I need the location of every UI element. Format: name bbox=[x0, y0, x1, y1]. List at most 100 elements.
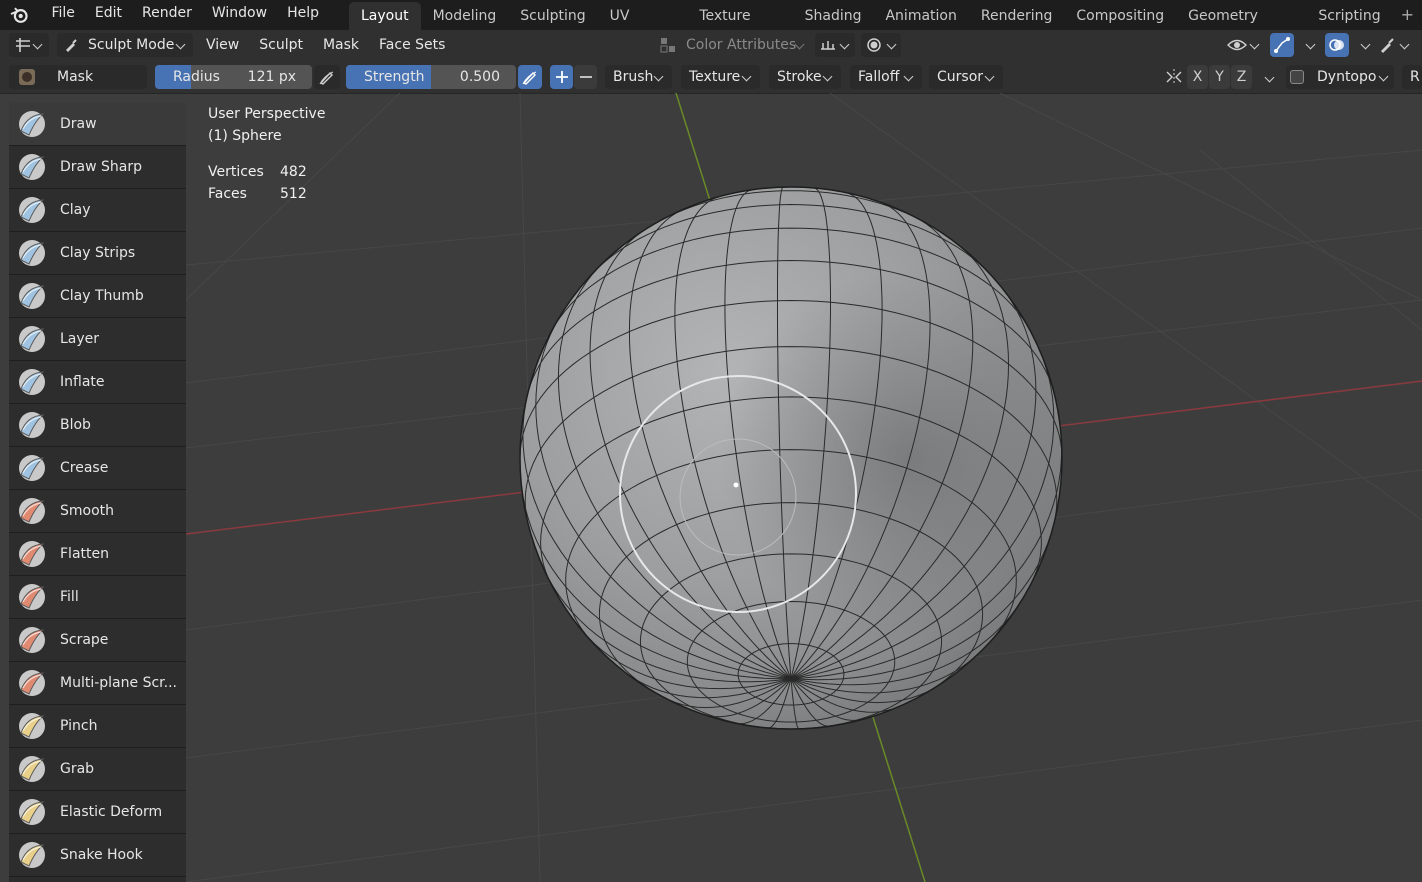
chevron-down-icon bbox=[903, 71, 914, 82]
tab-rendering[interactable]: Rendering bbox=[969, 2, 1065, 30]
remesh-panel[interactable]: R bbox=[1402, 65, 1422, 89]
tool-draw[interactable]: Draw bbox=[9, 103, 186, 146]
proportional-dropdown[interactable] bbox=[861, 33, 901, 57]
mode-selector[interactable]: Sculpt Mode bbox=[57, 33, 193, 57]
menu-file[interactable]: File bbox=[41, 0, 84, 30]
tab-modeling[interactable]: Modeling bbox=[421, 2, 509, 30]
stat-row: Faces 512 bbox=[208, 183, 325, 205]
menu-face-sets[interactable]: Face Sets bbox=[369, 33, 455, 57]
brush-tool-icon bbox=[1381, 38, 1394, 53]
tool-label: Snake Hook bbox=[60, 847, 143, 863]
gizmo-toggle[interactable] bbox=[1270, 33, 1294, 57]
direction-subtract-button[interactable] bbox=[574, 65, 597, 89]
dyntopo-panel[interactable]: Dyntopo bbox=[1286, 65, 1394, 89]
stroke-dropdown-label: Stroke bbox=[777, 69, 822, 85]
xray-shading-dropdown[interactable] bbox=[1376, 33, 1416, 57]
tab-compositing[interactable]: Compositing bbox=[1064, 2, 1176, 30]
falloff-dropdown-label: Falloff bbox=[858, 69, 900, 85]
symmetry-z-toggle[interactable]: Z bbox=[1231, 65, 1252, 89]
strength-value: 0.500 bbox=[459, 69, 500, 85]
stroke-dropdown[interactable]: Stroke bbox=[769, 65, 841, 89]
editor-type-selector[interactable] bbox=[9, 33, 49, 57]
color-attributes-label: Color Attributes bbox=[686, 37, 797, 53]
symmetry-dropdown[interactable] bbox=[1264, 72, 1275, 83]
strength-label: Strength bbox=[364, 69, 425, 85]
stat-row: Vertices 482 bbox=[208, 161, 325, 183]
tool-clay[interactable]: Clay bbox=[9, 189, 186, 232]
strength-slider[interactable]: Strength 0.500 bbox=[346, 65, 516, 89]
tab-geometry-nodes[interactable]: Geometry Nodes bbox=[1176, 2, 1306, 52]
tool-fill[interactable]: Fill bbox=[9, 576, 186, 619]
tab-uv-editing[interactable]: UV Editing bbox=[598, 2, 688, 52]
menu-sculpt[interactable]: Sculpt bbox=[249, 33, 313, 57]
tab-scripting[interactable]: Scripting bbox=[1306, 2, 1392, 30]
color-attributes-dropdown[interactable]: Color Attributes bbox=[656, 33, 808, 57]
tab-animation[interactable]: Animation bbox=[873, 2, 968, 30]
plus-icon bbox=[556, 71, 568, 83]
tool-label: Multi-plane Scr... bbox=[60, 675, 177, 691]
chevron-down-icon bbox=[822, 71, 833, 82]
visibility-dropdown[interactable] bbox=[1224, 33, 1264, 57]
sculpt-toolbar: Draw Draw Sharp Clay Clay Strips Clay Thumb L… bbox=[9, 103, 186, 882]
menu-render[interactable]: Render bbox=[132, 0, 202, 30]
tool-pinch[interactable]: Pinch bbox=[9, 705, 186, 748]
tab-layout[interactable]: Layout bbox=[349, 2, 421, 30]
cursor-dropdown-label: Cursor bbox=[937, 69, 984, 85]
tool-label: Draw Sharp bbox=[60, 159, 142, 175]
symmetry-x-toggle[interactable]: X bbox=[1187, 65, 1208, 89]
tool-scrape[interactable]: Scrape bbox=[9, 619, 186, 662]
elastic-deform-brush-icon bbox=[19, 799, 45, 825]
dyntopo-checkbox[interactable] bbox=[1290, 70, 1304, 84]
stat-value: 482 bbox=[280, 164, 307, 180]
transform-pivot-dropdown[interactable] bbox=[815, 33, 855, 57]
falloff-dropdown[interactable]: Falloff bbox=[850, 65, 922, 89]
tool-layer[interactable]: Layer bbox=[9, 318, 186, 361]
tool-flatten[interactable]: Flatten bbox=[9, 533, 186, 576]
pinch-brush-icon bbox=[19, 713, 45, 739]
viewport-canvas[interactable] bbox=[0, 93, 1422, 882]
brush-selector[interactable]: Mask bbox=[9, 65, 147, 89]
texture-dropdown-label: Texture bbox=[689, 69, 741, 85]
gizmo-dropdown[interactable] bbox=[1305, 39, 1316, 50]
menu-help[interactable]: Help bbox=[277, 0, 329, 30]
tool-smooth[interactable]: Smooth bbox=[9, 490, 186, 533]
direction-add-button[interactable] bbox=[550, 65, 573, 89]
texture-dropdown[interactable]: Texture bbox=[681, 65, 760, 89]
tool-clay-thumb[interactable]: Clay Thumb bbox=[9, 275, 186, 318]
tool-label: Clay bbox=[60, 202, 91, 218]
blender-logo-icon[interactable] bbox=[10, 5, 29, 25]
tool-inflate[interactable]: Inflate bbox=[9, 361, 186, 404]
menu-mask[interactable]: Mask bbox=[313, 33, 369, 57]
overlays-dropdown[interactable] bbox=[1360, 39, 1371, 50]
radius-pressure-toggle[interactable] bbox=[314, 65, 340, 89]
tool-grab[interactable]: Grab bbox=[9, 748, 186, 791]
cursor-dropdown[interactable]: Cursor bbox=[929, 65, 1003, 89]
multiplane-scrape-brush-icon bbox=[19, 670, 45, 696]
tool-draw-sharp[interactable]: Draw Sharp bbox=[9, 146, 186, 189]
tool-blob[interactable]: Blob bbox=[9, 404, 186, 447]
tab-sculpting[interactable]: Sculpting bbox=[508, 2, 597, 30]
tab-texture-paint[interactable]: Texture Paint bbox=[687, 2, 792, 52]
tool-multi-plane-scr-[interactable]: Multi-plane Scr... bbox=[9, 662, 186, 705]
tool-clay-strips[interactable]: Clay Strips bbox=[9, 232, 186, 275]
radius-slider[interactable]: Radius 121 px bbox=[155, 65, 312, 89]
tool-snake-hook[interactable]: Snake Hook bbox=[9, 834, 186, 877]
overlays-toggle[interactable] bbox=[1325, 33, 1349, 57]
tab-shading[interactable]: Shading bbox=[793, 2, 874, 30]
tool-crease[interactable]: Crease bbox=[9, 447, 186, 490]
brush-dropdown[interactable]: Brush bbox=[605, 65, 672, 89]
crease-brush-icon bbox=[19, 455, 45, 481]
menu-edit[interactable]: Edit bbox=[85, 0, 132, 30]
menu-window[interactable]: Window bbox=[202, 0, 277, 30]
symmetry-y-toggle[interactable]: Y bbox=[1209, 65, 1230, 89]
symmetry-icon[interactable] bbox=[1164, 67, 1184, 87]
tool-label: Flatten bbox=[60, 546, 109, 562]
menu-view[interactable]: View bbox=[196, 33, 249, 57]
clay-thumb-brush-icon bbox=[19, 283, 45, 309]
smooth-brush-icon bbox=[19, 498, 45, 524]
stat-label: Faces bbox=[208, 186, 247, 202]
add-workspace-button[interactable]: + bbox=[1393, 1, 1422, 29]
tool-elastic-deform[interactable]: Elastic Deform bbox=[9, 791, 186, 834]
dyntopo-label: Dyntopo bbox=[1317, 69, 1377, 85]
strength-pressure-toggle[interactable] bbox=[518, 65, 542, 89]
